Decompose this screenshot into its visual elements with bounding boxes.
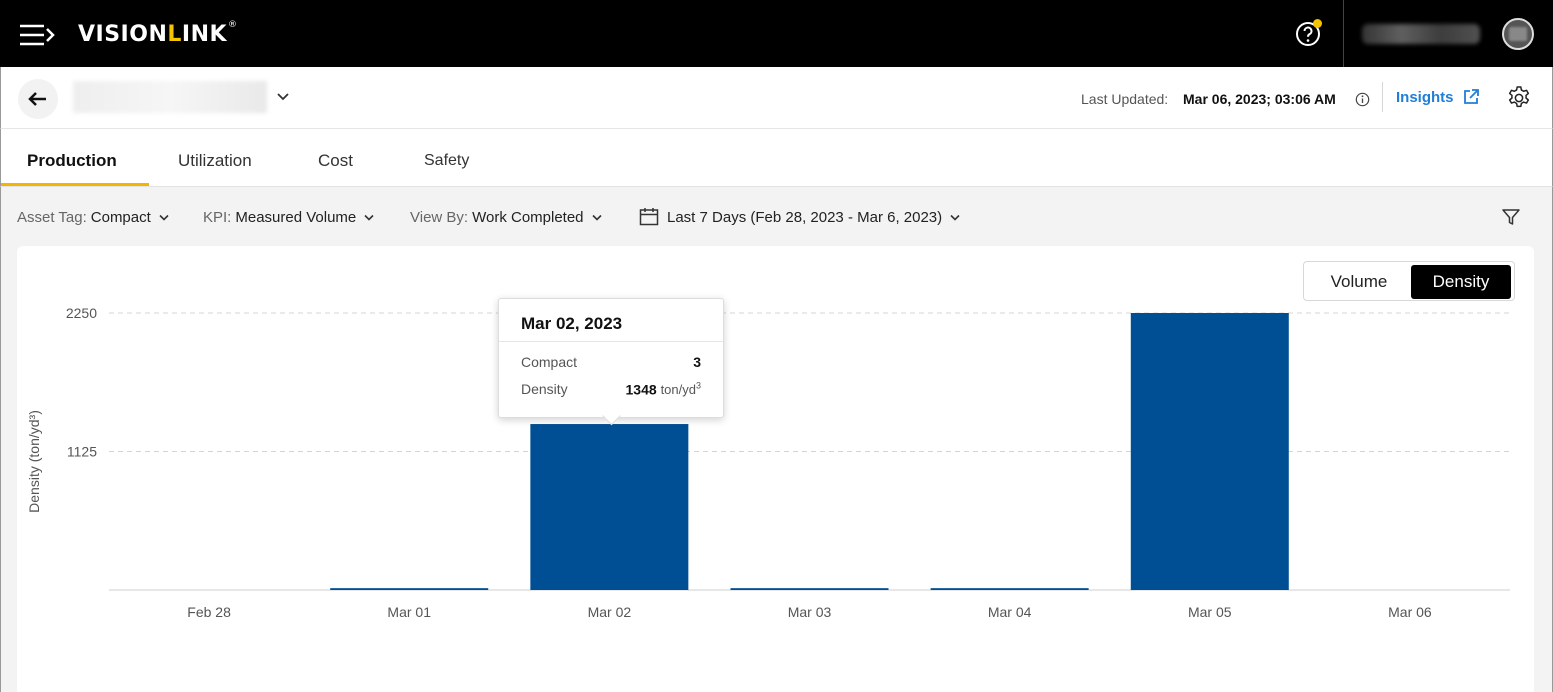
x-tick-label: Mar 01 [387, 604, 431, 620]
asset-selector-redacted[interactable] [73, 81, 267, 113]
external-link-icon[interactable] [1461, 87, 1481, 107]
tooltip-row-compact: Compact 3 [521, 354, 701, 370]
avatar[interactable] [1502, 18, 1534, 50]
filter-icon[interactable] [1501, 207, 1521, 227]
y-axis-label: Density (ton/yd³) [26, 410, 42, 513]
divider [1343, 0, 1344, 67]
kpi-label: KPI: [203, 209, 232, 226]
bar [730, 588, 889, 590]
view-by-label: View By: [410, 209, 469, 226]
user-name-redacted[interactable] [1362, 24, 1480, 44]
last-updated-label: Last Updated: [1081, 91, 1169, 107]
bar [330, 588, 489, 590]
chart-card: 1125 2250 Density (ton/yd³) Feb 28 Mar 01 Mar… [17, 246, 1534, 692]
chevron-down-icon [950, 214, 960, 221]
x-tick-label: Feb 28 [187, 604, 231, 620]
kpi-filter[interactable]: KPI: Measured Volume [203, 209, 374, 226]
asset-header: Last Updated: Mar 06, 2023; 03:06 AM Ins… [0, 67, 1553, 129]
bar [530, 424, 689, 590]
chevron-down-icon [591, 214, 602, 221]
chevron-down-icon[interactable] [276, 92, 290, 102]
tooltip-value: 1348 ton/yd3 [626, 381, 701, 397]
tooltip-value: 3 [693, 354, 701, 370]
calendar-icon[interactable] [639, 207, 659, 226]
x-tick-label: Mar 04 [988, 604, 1032, 620]
tooltip-label: Compact [521, 354, 578, 370]
view-by-value: Work Completed [472, 209, 584, 226]
content-area: Asset Tag: Compact KPI: Measured Volume Vi… [0, 187, 1553, 692]
gear-icon[interactable] [1506, 85, 1532, 111]
tab-safety[interactable]: Safety [424, 152, 469, 170]
y-tick-label: 1125 [67, 444, 97, 460]
x-tick-label: Mar 02 [588, 604, 632, 620]
asset-tag-label: Asset Tag: [17, 209, 87, 226]
arrow-left-icon [28, 92, 46, 106]
tooltip-label: Density [521, 381, 568, 397]
y-tick-label: 2250 [66, 305, 97, 321]
bar [930, 588, 1089, 590]
menu-icon[interactable] [18, 22, 56, 48]
date-range-value: Last 7 Days (Feb 28, 2023 - Mar 6, 2023) [667, 209, 943, 226]
tab-bar: Production Utilization Cost Safety [0, 129, 1553, 187]
back-button[interactable] [18, 79, 58, 119]
kpi-value: Measured Volume [235, 209, 357, 226]
insights-link[interactable]: Insights [1396, 89, 1454, 106]
tab-cost[interactable]: Cost [318, 151, 353, 171]
density-toggle-button[interactable]: Density [1411, 265, 1511, 299]
density-bar-chart: 1125 2250 Density (ton/yd³) Feb 28 Mar 01 Mar… [26, 305, 1510, 620]
tooltip-title: Mar 02, 2023 [521, 314, 623, 333]
info-icon[interactable] [1355, 92, 1370, 107]
divider [1382, 82, 1383, 112]
notification-dot [1313, 19, 1322, 28]
tab-utilization[interactable]: Utilization [178, 151, 252, 171]
chevron-down-icon [159, 214, 169, 221]
bar [1130, 313, 1289, 590]
density-unit: ton/yd3 [660, 381, 701, 398]
divider [499, 341, 723, 342]
x-tick-label: Mar 03 [788, 604, 832, 620]
last-updated-value: Mar 06, 2023; 03:06 AM [1183, 91, 1336, 107]
visionlink-logo: VISIONLINK® [78, 20, 238, 47]
asset-tag-value: Compact [90, 209, 151, 226]
x-tick-label: Mar 06 [1388, 604, 1432, 620]
view-by-filter[interactable]: View By: Work Completed [410, 209, 602, 226]
chart-tooltip: Mar 02, 2023 Compact 3 Density 1348 ton/… [498, 298, 724, 418]
asset-tag-filter[interactable]: Asset Tag: Compact [17, 209, 169, 226]
active-tab-indicator [1, 183, 149, 186]
volume-toggle-button[interactable]: Volume [1307, 265, 1411, 299]
top-bar: VISIONLINK® [0, 0, 1553, 67]
volume-density-toggle: Volume Density [1303, 261, 1515, 301]
x-tick-label: Mar 05 [1188, 604, 1232, 620]
density-value: 1348 [625, 381, 657, 398]
tab-production[interactable]: Production [27, 151, 117, 171]
tooltip-row-density: Density 1348 ton/yd3 [521, 381, 701, 397]
date-range-filter[interactable]: Last 7 Days (Feb 28, 2023 - Mar 6, 2023) [667, 209, 960, 226]
chevron-down-icon [364, 214, 374, 221]
